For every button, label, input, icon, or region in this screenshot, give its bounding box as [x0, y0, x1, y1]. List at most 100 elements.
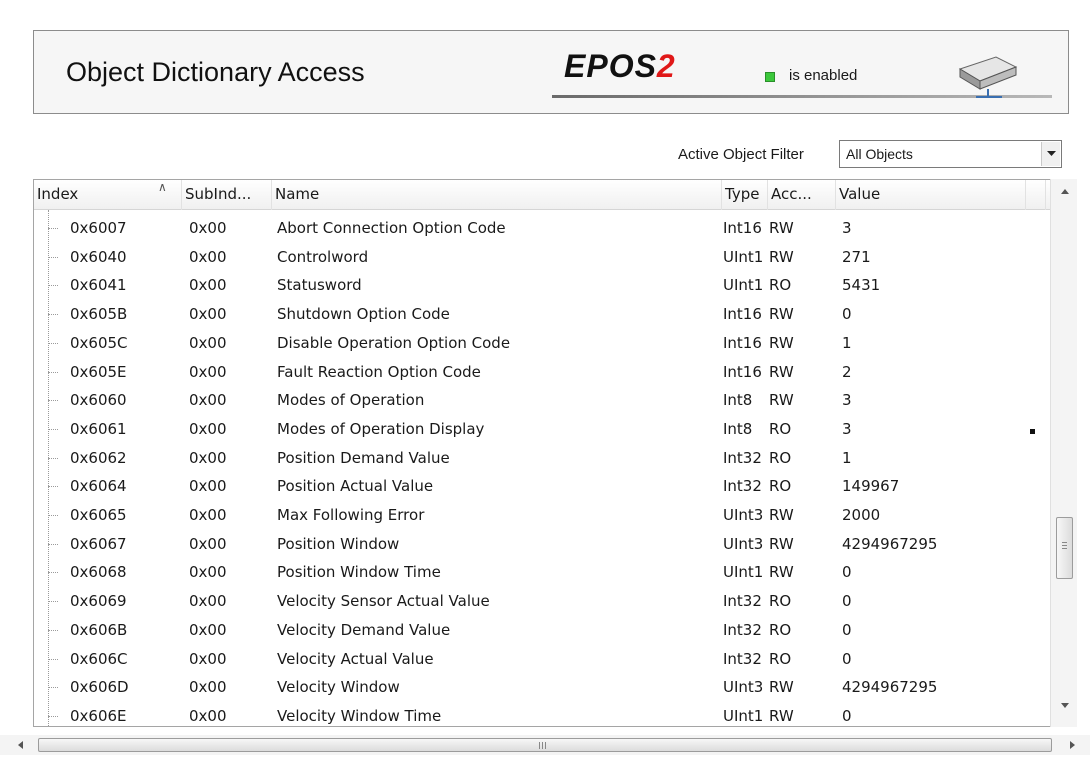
cell-index: 0x6067 [70, 534, 127, 553]
scroll-up-button[interactable] [1051, 181, 1078, 201]
cell-value: 0 [842, 563, 852, 582]
cell-access: RO [769, 276, 792, 295]
cell-name: Controlword [277, 247, 369, 266]
column-header-value[interactable]: Value [836, 180, 1026, 210]
cell-subindex: 0x00 [189, 477, 227, 496]
cell-name: Velocity Window [277, 678, 400, 697]
cell-name: Modes of Operation Display [277, 419, 485, 438]
cell-access: RW [769, 219, 794, 237]
table-row[interactable]: 0x6068 0x00 Position Window Time UInt1 RW 0 [34, 558, 1064, 587]
page-title: Object Dictionary Access [66, 57, 365, 87]
object-filter-select[interactable]: All Objects [839, 140, 1062, 168]
tree-branch [48, 457, 58, 459]
column-header-subindex[interactable]: SubInd... [182, 180, 272, 210]
table-row[interactable]: 0x6062 0x00 Position Demand Value Int32 RO 1 [34, 444, 1064, 473]
cell-type: Int32 [723, 592, 762, 611]
cell-type: Int32 [723, 649, 762, 668]
cell-index: 0x6068 [70, 563, 127, 582]
cell-value: 1 [842, 333, 852, 352]
horizontal-scroll-thumb[interactable] [38, 738, 1052, 752]
table-row[interactable]: 0x606D 0x00 Velocity Window UInt3 RW 42949672… [34, 673, 1064, 702]
cell-access: RW [769, 362, 794, 381]
scroll-down-button[interactable] [1051, 695, 1078, 715]
cell-name: Velocity Demand Value [277, 620, 451, 639]
cell-access: RW [769, 391, 794, 410]
cell-name: Modes of Operation [277, 391, 425, 410]
table-row[interactable]: 0x6040 0x00 Controlword UInt1 RW 271 [34, 243, 1064, 272]
table-row[interactable]: 0x606B 0x00 Velocity Demand Value Int32 RO 0 [34, 616, 1064, 645]
chevron-left-icon [17, 741, 23, 749]
horizontal-scrollbar[interactable] [0, 735, 1090, 755]
cell-type: UInt1 [723, 706, 764, 725]
table-row[interactable]: 0x6061 0x00 Modes of Operation Display Int8… [34, 415, 1064, 444]
cell-subindex: 0x00 [189, 391, 227, 410]
column-header-name[interactable]: Name [272, 180, 722, 210]
cell-name: Velocity Actual Value [277, 649, 434, 668]
cell-name: Statusword [277, 276, 362, 295]
table-row[interactable]: 0x6064 0x00 Position Actual Value Int32 RO 14… [34, 472, 1064, 501]
table-row[interactable]: 0x605C 0x00 Disable Operation Option Code I… [34, 329, 1064, 358]
status-text: is enabled [789, 67, 858, 84]
table-row[interactable]: 0x6060 0x00 Modes of Operation Int8 RW 3 [34, 386, 1064, 415]
table-row[interactable]: 0x606C 0x00 Velocity Actual Value Int32 RO 0 [34, 645, 1064, 674]
cell-type: UInt1 [723, 276, 764, 295]
dropdown-button[interactable] [1041, 142, 1060, 166]
cell-value: 0 [842, 706, 852, 725]
cell-value: 5431 [842, 276, 881, 295]
table-row[interactable]: 0x6069 0x00 Velocity Sensor Actual Value In… [34, 587, 1064, 616]
table-row[interactable]: 0x606E 0x00 Velocity Window Time UInt1 RW 0 [34, 702, 1064, 726]
cell-name: Position Actual Value [277, 477, 434, 496]
tree-branch [48, 342, 58, 344]
column-header-access[interactable]: Acc... [768, 180, 836, 210]
tree-branch [48, 314, 58, 316]
cell-index: 0x606B [70, 620, 128, 639]
column-header-type[interactable]: Type [722, 180, 768, 210]
cell-value: 2000 [842, 506, 881, 524]
cell-type: UInt1 [723, 563, 764, 582]
table-row[interactable]: 0x605E 0x00 Fault Reaction Option Code Int1… [34, 358, 1064, 387]
cell-subindex: 0x00 [189, 305, 227, 324]
cell-subindex: 0x00 [189, 333, 227, 352]
cell-access: RO [769, 649, 792, 668]
cell-value: 3 [842, 419, 852, 438]
scroll-right-button[interactable] [1062, 735, 1082, 755]
cell-subindex: 0x00 [189, 362, 227, 381]
cell-index: 0x6065 [70, 506, 127, 524]
cell-type: UInt3 [723, 506, 764, 524]
table-row[interactable]: 0x6067 0x00 Position Window UInt3 RW 42949672… [34, 530, 1064, 559]
cell-access: RW [769, 506, 794, 524]
cell-index: 0x605B [70, 305, 128, 324]
cell-index: 0x6041 [70, 276, 127, 295]
filter-label: Active Object Filter [678, 146, 804, 163]
cell-access: RO [769, 419, 792, 438]
cell-index: 0x6060 [70, 391, 127, 410]
cell-type: Int16 [723, 219, 762, 237]
tree-branch [48, 715, 58, 717]
table-row[interactable]: 0x605B 0x00 Shutdown Option Code Int16 RW 0 [34, 300, 1064, 329]
device-icon [958, 56, 1018, 98]
table-row[interactable]: 0x6007 0x00 Abort Connection Option Code In… [34, 214, 1064, 243]
cell-value: 3 [842, 219, 852, 237]
cell-value: 0 [842, 592, 852, 611]
tree-branch [48, 371, 58, 373]
cell-name: Max Following Error [277, 506, 425, 524]
cell-name: Position Demand Value [277, 448, 450, 467]
cell-index: 0x605C [70, 333, 128, 352]
scroll-left-button[interactable] [10, 735, 30, 755]
table-row[interactable]: 0x6065 0x00 Max Following Error UInt3 RW 2000 [34, 501, 1064, 530]
vertical-scroll-thumb[interactable] [1056, 517, 1073, 579]
cell-value: 4294967295 [842, 534, 938, 553]
grip-icon [1062, 542, 1067, 551]
cell-value: 0 [842, 305, 852, 324]
cell-access: RO [769, 477, 792, 496]
tree-branch [48, 601, 58, 603]
cell-index: 0x6007 [70, 219, 127, 237]
cell-index: 0x6040 [70, 247, 127, 266]
tree-branch [48, 400, 58, 402]
chevron-down-icon [1046, 151, 1056, 156]
cell-subindex: 0x00 [189, 506, 227, 524]
table-row[interactable]: 0x6041 0x00 Statusword UInt1 RO 5431 [34, 271, 1064, 300]
cell-index: 0x606C [70, 649, 128, 668]
vertical-scrollbar[interactable] [1050, 179, 1077, 727]
cell-subindex: 0x00 [189, 276, 227, 295]
